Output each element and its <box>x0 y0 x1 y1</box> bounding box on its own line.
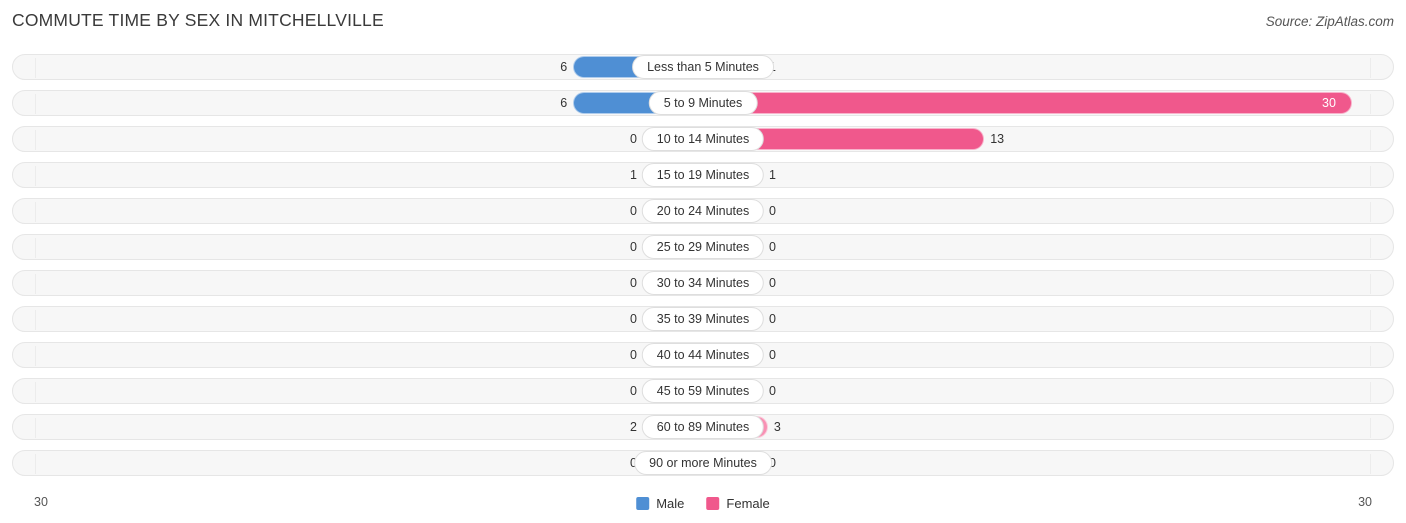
table-row: 2 3 60 to 89 Minutes <box>12 412 1394 442</box>
source-label: Source: ZipAtlas.com <box>1265 14 1394 29</box>
table-row: 0 0 25 to 29 Minutes <box>12 232 1394 262</box>
value-label-male: 0 <box>630 348 637 362</box>
value-label-female: 0 <box>769 204 776 218</box>
table-row: 6 30 5 to 9 Minutes <box>12 88 1394 118</box>
value-label-female: 13 <box>990 132 1005 146</box>
axis-left-label: 30 <box>34 495 48 509</box>
legend-label-male: Male <box>656 496 685 511</box>
legend-item-female[interactable]: Female <box>706 496 770 511</box>
table-row: 0 0 30 to 34 Minutes <box>12 268 1394 298</box>
chart-footer: 30 30 Male Female <box>0 491 1406 517</box>
category-pill: 45 to 59 Minutes <box>641 379 765 403</box>
bar-rows: 61Less than 5 Minutes6305 to 9 Minutes01… <box>12 52 1394 484</box>
category-pill: 90 or more Minutes <box>634 451 772 475</box>
category-pill: 20 to 24 Minutes <box>641 199 765 223</box>
value-label-female: 0 <box>769 240 776 254</box>
category-pill: 35 to 39 Minutes <box>641 307 765 331</box>
category-pill: 25 to 29 Minutes <box>641 235 765 259</box>
value-label-female: 1 <box>769 168 776 182</box>
table-row: 0 0 35 to 39 Minutes <box>12 304 1394 334</box>
value-label-female: 3 <box>773 420 781 434</box>
category-pill: 10 to 14 Minutes <box>641 127 765 151</box>
value-label-female: 0 <box>769 276 776 290</box>
table-row: 1 1 15 to 19 Minutes <box>12 160 1394 190</box>
value-label-male: 0 <box>630 384 637 398</box>
table-row: 0 13 10 to 14 Minutes <box>12 124 1394 154</box>
category-pill: 40 to 44 Minutes <box>641 343 765 367</box>
category-pill: 15 to 19 Minutes <box>641 163 765 187</box>
legend: Male Female <box>636 496 770 511</box>
bar-female <box>703 92 1352 114</box>
legend-swatch-female <box>706 497 720 510</box>
value-label-male: 6 <box>560 60 568 74</box>
value-label-female: 0 <box>769 348 776 362</box>
value-label-female: 30 <box>1322 96 1336 110</box>
category-pill: Less than 5 Minutes <box>632 55 774 79</box>
table-row: 0 0 40 to 44 Minutes <box>12 340 1394 370</box>
value-label-male: 2 <box>630 420 637 434</box>
table-row: 61Less than 5 Minutes <box>12 52 1394 82</box>
axis-right-label: 30 <box>1358 495 1372 509</box>
page-title: COMMUTE TIME BY SEX IN MITCHELLVILLE <box>12 10 384 30</box>
chart-container: COMMUTE TIME BY SEX IN MITCHELLVILLE Sou… <box>0 0 1406 523</box>
value-label-male: 0 <box>630 276 637 290</box>
legend-label-female: Female <box>726 496 770 511</box>
category-pill: 60 to 89 Minutes <box>641 415 765 439</box>
table-row: 0 0 20 to 24 Minutes <box>12 196 1394 226</box>
legend-swatch-male <box>636 497 650 510</box>
value-label-female: 0 <box>769 312 776 326</box>
category-pill: 30 to 34 Minutes <box>641 271 765 295</box>
category-pill: 5 to 9 Minutes <box>648 91 758 115</box>
value-label-male: 1 <box>630 168 637 182</box>
value-label-male: 0 <box>630 240 637 254</box>
table-row: 0 0 45 to 59 Minutes <box>12 376 1394 406</box>
value-label-male: 0 <box>630 204 637 218</box>
value-label-male: 6 <box>560 96 568 110</box>
legend-item-male[interactable]: Male <box>636 496 684 511</box>
value-label-female: 0 <box>769 384 776 398</box>
table-row: 0090 or more Minutes <box>12 448 1394 478</box>
value-label-male: 0 <box>630 132 637 146</box>
value-label-male: 0 <box>630 312 637 326</box>
